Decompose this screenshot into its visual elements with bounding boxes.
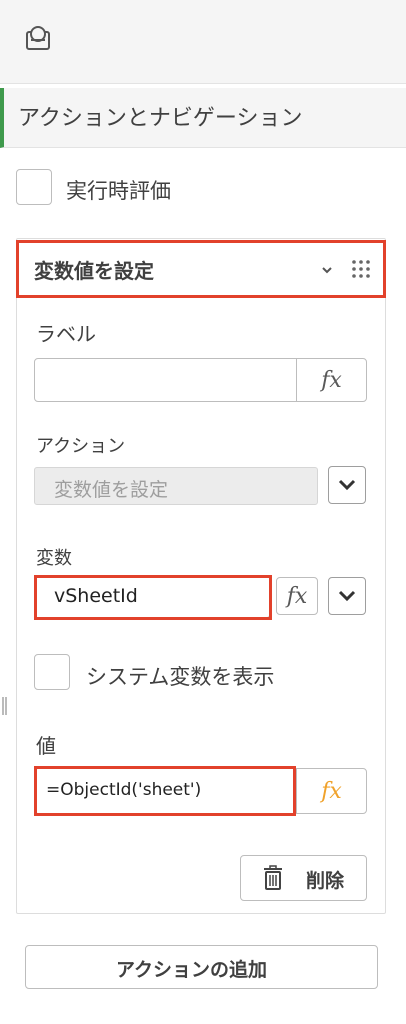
fx-icon: fx — [321, 778, 342, 804]
run-time-eval-label: 実行時評価 — [66, 179, 171, 203]
value-field-label: 値 — [36, 734, 56, 758]
delete-button-label: 削除 — [306, 870, 345, 892]
chevron-down-icon[interactable] — [320, 262, 334, 276]
fx-icon: fx — [286, 583, 308, 609]
panel-resize-handle[interactable] — [2, 697, 8, 715]
variable-field-label: 変数 — [36, 548, 72, 569]
object-properties-icon[interactable] — [24, 24, 52, 52]
label-input[interactable] — [34, 358, 297, 402]
action-dropdown-button[interactable] — [328, 466, 366, 504]
trash-icon — [262, 865, 284, 891]
chevron-down-icon — [338, 479, 356, 491]
label-field-label: ラベル — [36, 322, 96, 346]
fx-icon: fx — [321, 367, 342, 393]
show-system-vars-label: システム変数を表示 — [86, 665, 275, 689]
value-fx-button[interactable]: fx — [296, 768, 367, 814]
action-select-value: 変数値を設定 — [54, 479, 169, 501]
label-fx-button[interactable]: fx — [296, 358, 367, 402]
drag-handle-icon[interactable] — [350, 258, 372, 280]
show-system-vars-checkbox[interactable] — [34, 654, 70, 690]
chevron-down-icon — [338, 590, 356, 602]
action-field-label: アクション — [36, 436, 126, 457]
variable-dropdown-button[interactable] — [328, 577, 366, 615]
top-toolbar — [0, 0, 406, 84]
action-card-title: 変数値を設定 — [34, 259, 154, 283]
value-text: =ObjectId('sheet') — [46, 780, 202, 800]
add-action-button-label: アクションの追加 — [116, 959, 268, 981]
run-time-eval-checkbox[interactable] — [16, 169, 52, 205]
variable-value: vSheetId — [54, 585, 138, 607]
section-title: アクションとナビゲーション — [18, 106, 303, 131]
variable-fx-button[interactable]: fx — [276, 577, 318, 615]
delete-button[interactable] — [240, 855, 367, 901]
